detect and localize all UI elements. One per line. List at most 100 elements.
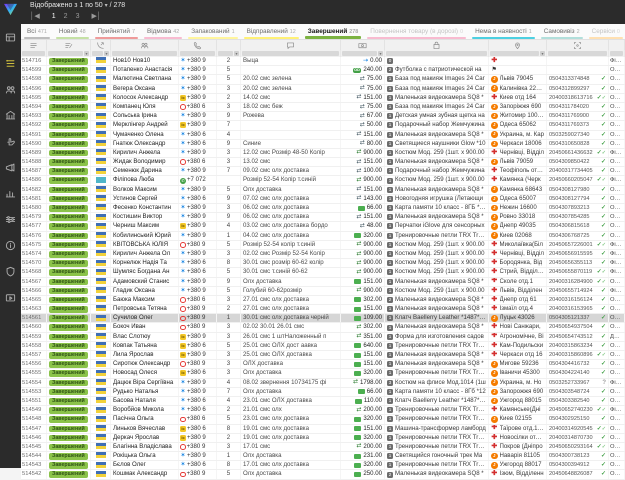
- order-row[interactable]: 514587ЗавершенийСеменюк Дарина✶+380 9709…: [21, 167, 625, 176]
- client-name[interactable]: Басова Наталя: [111, 397, 179, 405]
- comment[interactable]: [241, 131, 341, 139]
- order-row[interactable]: 514563ЗавершенийПетровська Тетяна+380 92…: [21, 305, 625, 314]
- product-cell[interactable]: 1Маленькая видеокамера SQ8 *: [385, 351, 489, 359]
- city-cell[interactable]: JНаварія 81105: [489, 452, 547, 460]
- comment[interactable]: Олх доставка: [241, 470, 341, 478]
- order-row[interactable]: 514592ЗавершенийМерклінгер Андрейlc+380 …: [21, 121, 625, 130]
- product-cell[interactable]: 1Маленькая видеокамера SQ8 *: [385, 213, 489, 221]
- tracking-cell[interactable]: 20400316156124✓: [547, 296, 609, 304]
- product-cell[interactable]: 1Костюм Мод. 259 (1шт. х 900.00: [385, 176, 489, 184]
- product-cell[interactable]: 1Клатч Baellerry Leather *1487* (1: [385, 397, 489, 405]
- tracking-cell[interactable]: 20450648826087✓: [547, 470, 609, 478]
- client-name[interactable]: Корнелюк Надія Та: [111, 259, 179, 267]
- filter-source[interactable]: ▾: [91, 50, 111, 57]
- tracking-cell[interactable]: 0504310650828✓: [547, 140, 609, 148]
- product-cell[interactable]: 1Костюм Мод. 259 (1шт. х 900.00: [385, 149, 489, 157]
- phone-cell[interactable]: +380 9: [179, 443, 217, 451]
- sidebar-item-company[interactable]: [0, 102, 21, 128]
- order-row[interactable]: 514570ЗавершенийКорнелюк Надія Та✶+380 6…: [21, 259, 625, 268]
- order-row[interactable]: 514556ЗавершенийСиротюк Олександр+380 93…: [21, 360, 625, 369]
- filter-input[interactable]: [242, 51, 339, 56]
- tracking-cell[interactable]: 20450661436632✓✓: [547, 149, 609, 157]
- phone-cell[interactable]: +380 9: [179, 305, 217, 313]
- client-name[interactable]: Сиротюк Олександр: [111, 360, 179, 368]
- phone-cell[interactable]: lc+380 6: [179, 425, 217, 433]
- tracking-cell[interactable]: 0504304416732✓: [547, 360, 609, 368]
- tracking-cell[interactable]: 0504302925150✓: [547, 415, 609, 423]
- order-row[interactable]: 514558ЗавершенийКовпак Татьянаlc+380 652…: [21, 342, 625, 351]
- city-cell[interactable]: JЖитомир 10004: [489, 112, 547, 120]
- comment[interactable]: Олх доставка: [241, 452, 341, 460]
- tracking-cell[interactable]: 0504312899297✓: [547, 85, 609, 93]
- city-cell[interactable]: ✚Ізмаїл отд.4: [489, 305, 547, 313]
- product-cell[interactable]: 1База под макияж Images 24 Car: [385, 103, 489, 111]
- order-row[interactable]: 514716ЗавершенийНов10 Нов10✶+380 92Выца➝…: [21, 57, 625, 66]
- product-cell[interactable]: 1Костюм Мод. 259 (1шт. х 900.00: [385, 259, 489, 267]
- client-name[interactable]: Линьков Вячеслав: [111, 425, 179, 433]
- city-cell[interactable]: ✚Теофіполь отд 1: [489, 167, 547, 175]
- product-cell[interactable]: 1Новогодняя игрушка (Летающи: [385, 195, 489, 203]
- comment[interactable]: 18.02 смс беж: [241, 103, 341, 111]
- tab-Новий[interactable]: Новий48: [53, 24, 92, 39]
- city-cell[interactable]: ✚Днепр отд 61: [489, 296, 547, 304]
- product-cell[interactable]: 1Тренировочные петли TRX Train: [385, 443, 489, 451]
- comment[interactable]: 06.02 смс олх доставка: [241, 213, 341, 221]
- tracking-cell[interactable]: 20450655870119✓✓: [547, 268, 609, 276]
- tracking-cell[interactable]: 0504303382540✓: [547, 397, 609, 405]
- order-row[interactable]: 514580ЗавершенийФесенко Константин✶+380 …: [21, 204, 625, 213]
- sidebar-item-stats[interactable]: [0, 180, 21, 206]
- client-name[interactable]: Кошмак Александр: [111, 470, 179, 478]
- order-row[interactable]: 514554ЗавершенийДацюк Віра Сергіївна✶+38…: [21, 379, 625, 388]
- order-row[interactable]: 514591ЗавершенийЧумаченко Олена✶+380 64⇄…: [21, 131, 625, 140]
- client-name[interactable]: Воробйов Микола: [111, 406, 179, 414]
- city-cell[interactable]: ✚: [489, 57, 547, 65]
- product-cell[interactable]: 1Тренировочные петли TRX Train: [385, 415, 489, 423]
- tracking-cell[interactable]: 0504307893213✓: [547, 204, 609, 212]
- phone-cell[interactable]: ✶+380 9: [179, 250, 217, 258]
- tab-Відправлений[interactable]: Відправлений12: [241, 24, 302, 39]
- city-cell[interactable]: ✚Черкаси отд 16: [489, 351, 547, 359]
- comment[interactable]: ОЛХ доставка: [241, 360, 341, 368]
- sidebar-item-info[interactable]: [0, 232, 21, 258]
- tracking-cell[interactable]: 20450650293164✓✓: [547, 443, 609, 451]
- tracking-cell[interactable]: 20450654937504✓: [547, 323, 609, 331]
- client-name[interactable]: Черниш Максим: [111, 222, 179, 230]
- phone-cell[interactable]: lc+380 9: [179, 333, 217, 341]
- product-cell[interactable]: 1Подарочный набор Жемчужина: [385, 121, 489, 129]
- filter-status[interactable]: ▾: [47, 50, 91, 57]
- filter-dropdown-icon[interactable]: ▾: [84, 51, 89, 56]
- tab-Відмова[interactable]: Відмова42: [141, 24, 185, 39]
- comment[interactable]: 25.01 смс ОЛХ дост аавка: [241, 342, 341, 350]
- client-name[interactable]: Рудько Наталья: [111, 388, 179, 396]
- city-cell[interactable]: ✚Чернівці, Відділ: [489, 250, 547, 258]
- sidebar-item-security[interactable]: [0, 258, 21, 284]
- comment[interactable]: Олх доставка: [241, 186, 341, 194]
- comment[interactable]: 12.02 смс Розмір 48-50 Колір: [241, 149, 341, 157]
- client-name[interactable]: Жидак Володимир: [111, 158, 179, 166]
- client-name[interactable]: Сольська Ірина: [111, 112, 179, 120]
- page-number[interactable]: 3: [76, 13, 80, 20]
- order-row[interactable]: 514599ЗавершенийПотапенко Анастасія✶+380…: [21, 66, 625, 75]
- client-name[interactable]: Гладик Оксана: [111, 287, 179, 295]
- comment[interactable]: 30.01 смс розмір 60-62 колір: [241, 259, 341, 267]
- last-page-icon[interactable]: ▶│: [91, 12, 101, 20]
- tracking-cell[interactable]: 20400316153965✓: [547, 305, 609, 313]
- comment[interactable]: Рожева: [241, 112, 341, 120]
- city-cell[interactable]: ✚Чернівці, Відділ: [489, 149, 547, 157]
- filter-input[interactable]: [180, 51, 215, 56]
- city-cell[interactable]: JЗапоріжжя 690: [489, 103, 547, 111]
- tracking-cell[interactable]: 0504304224140✓: [547, 369, 609, 377]
- order-row[interactable]: 514595ЗавершенийКолосок Александрlc+380 …: [21, 94, 625, 103]
- tracking-cell[interactable]: 0504303548724✓: [547, 388, 609, 396]
- city-cell[interactable]: JКиев 02155: [489, 415, 547, 423]
- filter-input[interactable]: [548, 51, 607, 56]
- column-header-product[interactable]: [385, 40, 489, 50]
- comment[interactable]: 20.02 смс зелена: [241, 75, 341, 83]
- client-name[interactable]: Чумаченко Олена: [111, 131, 179, 139]
- order-row[interactable]: 514579ЗавершенийКостишин Виктор✶+380 990…: [21, 213, 625, 222]
- comment[interactable]: 07.02 смс олх доставка: [241, 195, 341, 203]
- city-cell[interactable]: JКиев 02068: [489, 232, 547, 240]
- order-row[interactable]: 514598ЗавершенийМалютина Светлана✶+380 9…: [21, 75, 625, 84]
- page-number[interactable]: 2: [64, 13, 68, 20]
- comment[interactable]: 30.01 смс олх доставка черній: [241, 314, 341, 322]
